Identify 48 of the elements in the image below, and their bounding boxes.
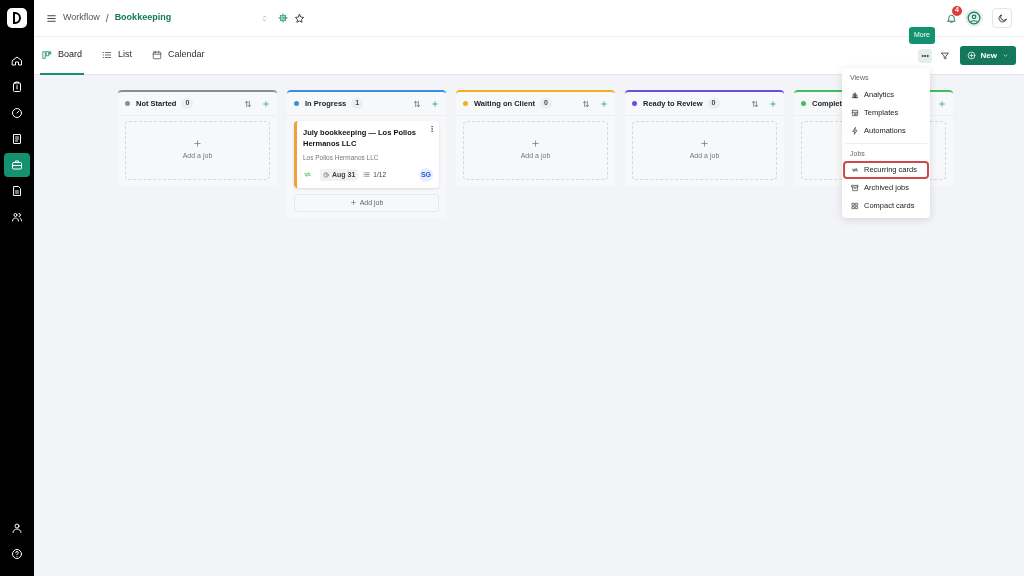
sort-icon[interactable] — [413, 99, 421, 108]
clipboard-icon — [11, 81, 23, 93]
user-icon — [967, 11, 981, 25]
avatar-button[interactable] — [965, 9, 983, 27]
plus-circle-icon — [966, 51, 976, 60]
gauge-icon — [11, 107, 23, 119]
document-icon — [11, 133, 23, 145]
list-icon — [102, 49, 113, 60]
kebab-icon[interactable] — [428, 125, 436, 133]
users-icon — [11, 211, 23, 223]
new-button[interactable]: New — [959, 46, 1016, 65]
sort-icon[interactable] — [751, 99, 759, 108]
bell-icon[interactable] — [946, 12, 957, 24]
plus-icon — [700, 139, 709, 149]
user-icon — [11, 522, 23, 534]
file-icon — [11, 185, 23, 197]
star-icon[interactable] — [294, 12, 306, 24]
sidebar-item[interactable] — [4, 153, 30, 177]
gear-icon[interactable] — [278, 13, 289, 23]
breadcrumb-item[interactable]: Workflow — [63, 11, 100, 25]
more-button[interactable] — [917, 48, 932, 63]
sort-icon[interactable] — [244, 99, 252, 108]
caret-icon — [1002, 52, 1009, 59]
plus-icon — [349, 199, 357, 207]
breadcrumb-item: Bookkeeping — [114, 11, 172, 25]
tab[interactable]: Calendar — [150, 36, 207, 75]
moon-icon — [996, 12, 1008, 24]
plus-icon — [531, 139, 540, 149]
clock-icon — [323, 171, 329, 178]
help-icon — [11, 548, 23, 560]
archive-icon — [851, 184, 859, 192]
briefcase-icon — [11, 159, 23, 171]
tab[interactable]: Board — [40, 36, 85, 75]
sort-icon[interactable] — [582, 99, 590, 108]
filter-icon[interactable] — [939, 50, 950, 61]
menu-icon[interactable] — [46, 12, 57, 24]
grid-icon — [851, 202, 859, 210]
logo[interactable] — [7, 8, 27, 28]
bolt-icon — [851, 126, 859, 135]
board-icon — [42, 49, 52, 60]
tab[interactable]: List — [100, 36, 135, 75]
breadcrumb-separator: / — [105, 11, 109, 26]
plus-icon — [193, 139, 202, 149]
checklist-icon — [363, 171, 371, 179]
home-icon — [11, 55, 23, 67]
template-icon — [851, 108, 859, 117]
calendar-icon — [152, 49, 163, 60]
theme-button[interactable] — [992, 8, 1012, 28]
